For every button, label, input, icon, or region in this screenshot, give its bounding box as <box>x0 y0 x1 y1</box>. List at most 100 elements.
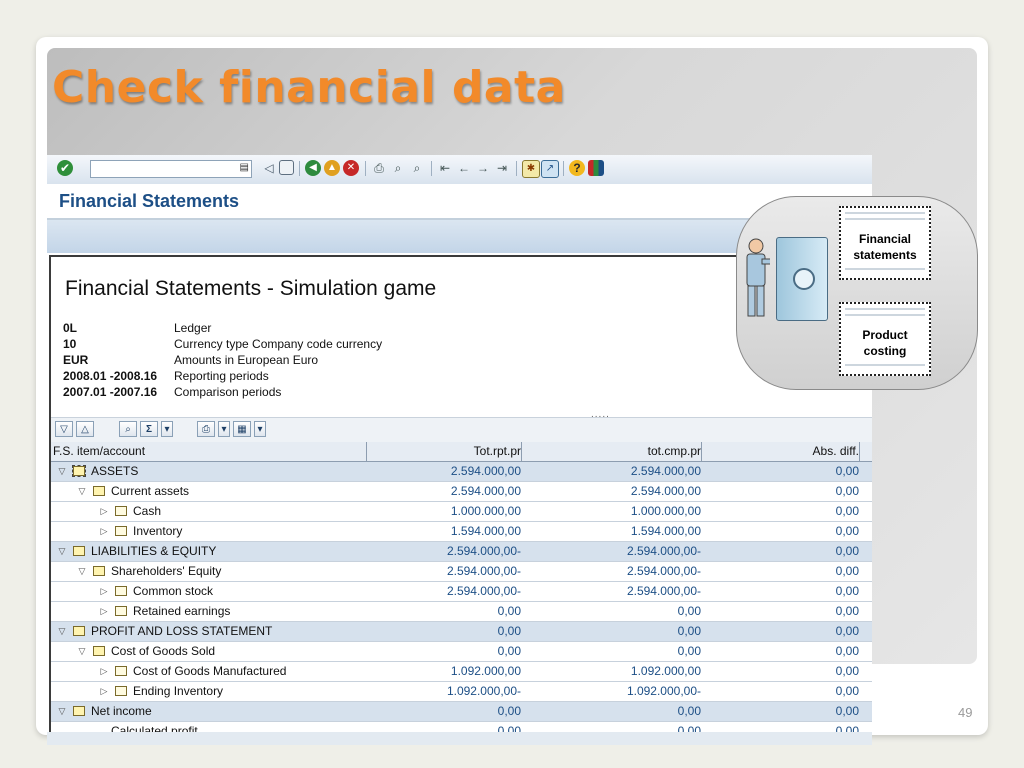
row-label: Current assets <box>111 484 190 498</box>
safe-icon <box>776 237 828 321</box>
table-row[interactable]: ▷ Ending Inventory 1.092.000,00- 1.092.000,… <box>51 682 872 702</box>
cancel-icon[interactable]: ✕ <box>343 160 359 176</box>
command-dropdown-icon[interactable]: ▤ <box>240 162 249 173</box>
abs-diff-value: 0,00 <box>835 564 859 578</box>
column-header-comparison[interactable]: tot.cmp.pr <box>523 442 702 461</box>
collapse-node-icon[interactable]: ▽ <box>75 482 89 501</box>
person-icon <box>746 238 770 317</box>
comparison-value: 2.594.000,00 <box>630 464 701 478</box>
save-icon[interactable] <box>279 160 294 175</box>
abs-diff-value: 0,00 <box>835 704 859 718</box>
help-icon[interactable]: ? <box>569 160 585 176</box>
currency-code: EUR <box>63 353 89 367</box>
column-header-reporting[interactable]: Tot.rpt.pr <box>369 442 522 461</box>
reporting-value: 0,00 <box>497 704 521 718</box>
row-item-cell: ▽ Shareholders' Equity <box>51 562 367 581</box>
find-icon[interactable]: ⌕ <box>119 421 137 437</box>
folder-icon <box>73 705 85 716</box>
table-row[interactable]: ▷ Retained earnings 0,00 0,00 0,00 <box>51 602 872 622</box>
financial-statements-thumbnail[interactable]: Financial statements <box>839 206 931 280</box>
table-row[interactable]: ▽ Current assets 2.594.000,00 2.594.000,00 0… <box>51 482 872 502</box>
collapse-node-icon[interactable]: ▽ <box>75 562 89 581</box>
layout-icon[interactable]: ▦ <box>233 421 251 437</box>
folder-icon <box>115 685 127 696</box>
table-row[interactable]: ▷ Cost of Goods Manufactured 1.092.000,00 1… <box>51 662 872 682</box>
comparison-value: 2.594.000,00- <box>626 584 701 598</box>
row-label: Retained earnings <box>133 604 231 618</box>
expand-node-icon[interactable]: ▷ <box>97 502 111 521</box>
expand-all-icon[interactable]: ▽ <box>55 421 73 437</box>
table-row[interactable]: ▷ Common stock 2.594.000,00- 2.594.000,00- 0… <box>51 582 872 602</box>
reporting-value: 0,00 <box>497 624 521 638</box>
collapse-all-icon[interactable]: △ <box>76 421 94 437</box>
comparison-value: 2.594.000,00 <box>630 484 701 498</box>
find-next-icon[interactable]: ⌕ <box>409 160 425 176</box>
row-label: Net income <box>91 704 152 718</box>
table-row[interactable]: ▷ Inventory 1.594.000,00 1.594.000,00 0,00 <box>51 522 872 542</box>
financial-statements-grid: F.S. item/account Tot.rpt.pr tot.cmp.pr … <box>51 442 872 742</box>
expand-node-icon[interactable]: ▷ <box>97 662 111 681</box>
print-icon[interactable]: ⎙ <box>371 160 387 176</box>
product-costing-thumbnail[interactable]: Product costing <box>839 302 931 376</box>
table-row[interactable]: ▽ PROFIT AND LOSS STATEMENT 0,00 0,00 0,00 <box>51 622 872 642</box>
expand-node-icon[interactable]: ▷ <box>97 582 111 601</box>
folder-icon <box>73 545 85 556</box>
expand-node-icon[interactable]: ▷ <box>97 602 111 621</box>
table-row[interactable]: ▽ Net income 0,00 0,00 0,00 <box>51 702 872 722</box>
comparison-periods-code: 2007.01 -2007.16 <box>63 385 158 399</box>
folder-icon <box>115 665 127 676</box>
back-icon[interactable]: ◁ <box>261 160 277 176</box>
previous-page-icon[interactable]: ← <box>456 160 472 176</box>
collapse-node-icon[interactable]: ▽ <box>75 642 89 661</box>
slide-title: Check financial data <box>52 62 566 113</box>
find-icon[interactable]: ⌕ <box>390 160 406 176</box>
create-session-icon[interactable]: ✱ <box>522 160 540 178</box>
first-page-icon[interactable]: ⇤ <box>437 160 453 176</box>
row-item-cell: ▽ ASSETS <box>51 462 367 481</box>
sum-icon[interactable]: Σ <box>140 421 158 437</box>
comparison-periods-desc: Comparison periods <box>174 385 282 399</box>
folder-icon <box>115 525 127 536</box>
table-row[interactable]: ▷ Cash 1.000.000,00 1.000.000,00 0,00 <box>51 502 872 522</box>
enter-icon[interactable]: ✔ <box>57 160 73 176</box>
next-page-icon[interactable]: → <box>475 160 491 176</box>
exit-icon[interactable]: ▲ <box>324 160 340 176</box>
table-row[interactable]: ▽ LIABILITIES & EQUITY 2.594.000,00- 2.594.… <box>51 542 872 562</box>
row-label: LIABILITIES & EQUITY <box>91 544 217 558</box>
ledger-code: 0L <box>63 321 78 335</box>
abs-diff-value: 0,00 <box>835 544 859 558</box>
collapse-node-icon[interactable]: ▽ <box>55 462 69 481</box>
layout-menu-icon[interactable]: ▾ <box>254 421 266 437</box>
abs-diff-value: 0,00 <box>835 644 859 658</box>
customize-layout-icon[interactable] <box>588 160 604 176</box>
folder-icon <box>93 565 105 576</box>
table-row[interactable]: ▽ ASSETS 2.594.000,00 2.594.000,00 0,00 <box>51 462 872 482</box>
print-icon[interactable]: ⎙ <box>197 421 215 437</box>
expand-node-icon[interactable]: ▷ <box>97 522 111 541</box>
column-header-abs-diff[interactable]: Abs. diff. <box>703 442 860 461</box>
table-row[interactable]: ▽ Cost of Goods Sold 0,00 0,00 0,00 <box>51 642 872 662</box>
row-label: Ending Inventory <box>133 684 224 698</box>
row-label: Common stock <box>133 584 214 598</box>
reporting-value: 2.594.000,00 <box>450 464 521 478</box>
reporting-value: 2.594.000,00 <box>450 484 521 498</box>
command-field[interactable]: ▤ <box>90 160 252 178</box>
report-title: Financial Statements - Simulation game <box>65 277 437 300</box>
row-item-cell: ▷ Ending Inventory <box>51 682 367 701</box>
print-menu-icon[interactable]: ▾ <box>218 421 230 437</box>
expand-node-icon[interactable]: ▷ <box>97 682 111 701</box>
comparison-value: 1.092.000,00 <box>630 664 701 678</box>
last-page-icon[interactable]: ⇥ <box>494 160 510 176</box>
back-nav-icon[interactable]: ◀ <box>305 160 321 176</box>
row-item-cell: ▷ Inventory <box>51 522 367 541</box>
collapse-node-icon[interactable]: ▽ <box>55 542 69 561</box>
table-row[interactable]: ▽ Shareholders' Equity 2.594.000,00- 2.594.… <box>51 562 872 582</box>
collapse-node-icon[interactable]: ▽ <box>55 702 69 721</box>
column-header-item[interactable]: F.S. item/account <box>51 442 367 461</box>
comparison-value: 0,00 <box>677 644 701 658</box>
shortcut-icon[interactable]: ↗ <box>541 160 559 178</box>
sum-menu-icon[interactable]: ▾ <box>161 421 173 437</box>
folder-icon <box>115 585 127 596</box>
row-item-cell: ▷ Cost of Goods Manufactured <box>51 662 367 681</box>
collapse-node-icon[interactable]: ▽ <box>55 622 69 641</box>
